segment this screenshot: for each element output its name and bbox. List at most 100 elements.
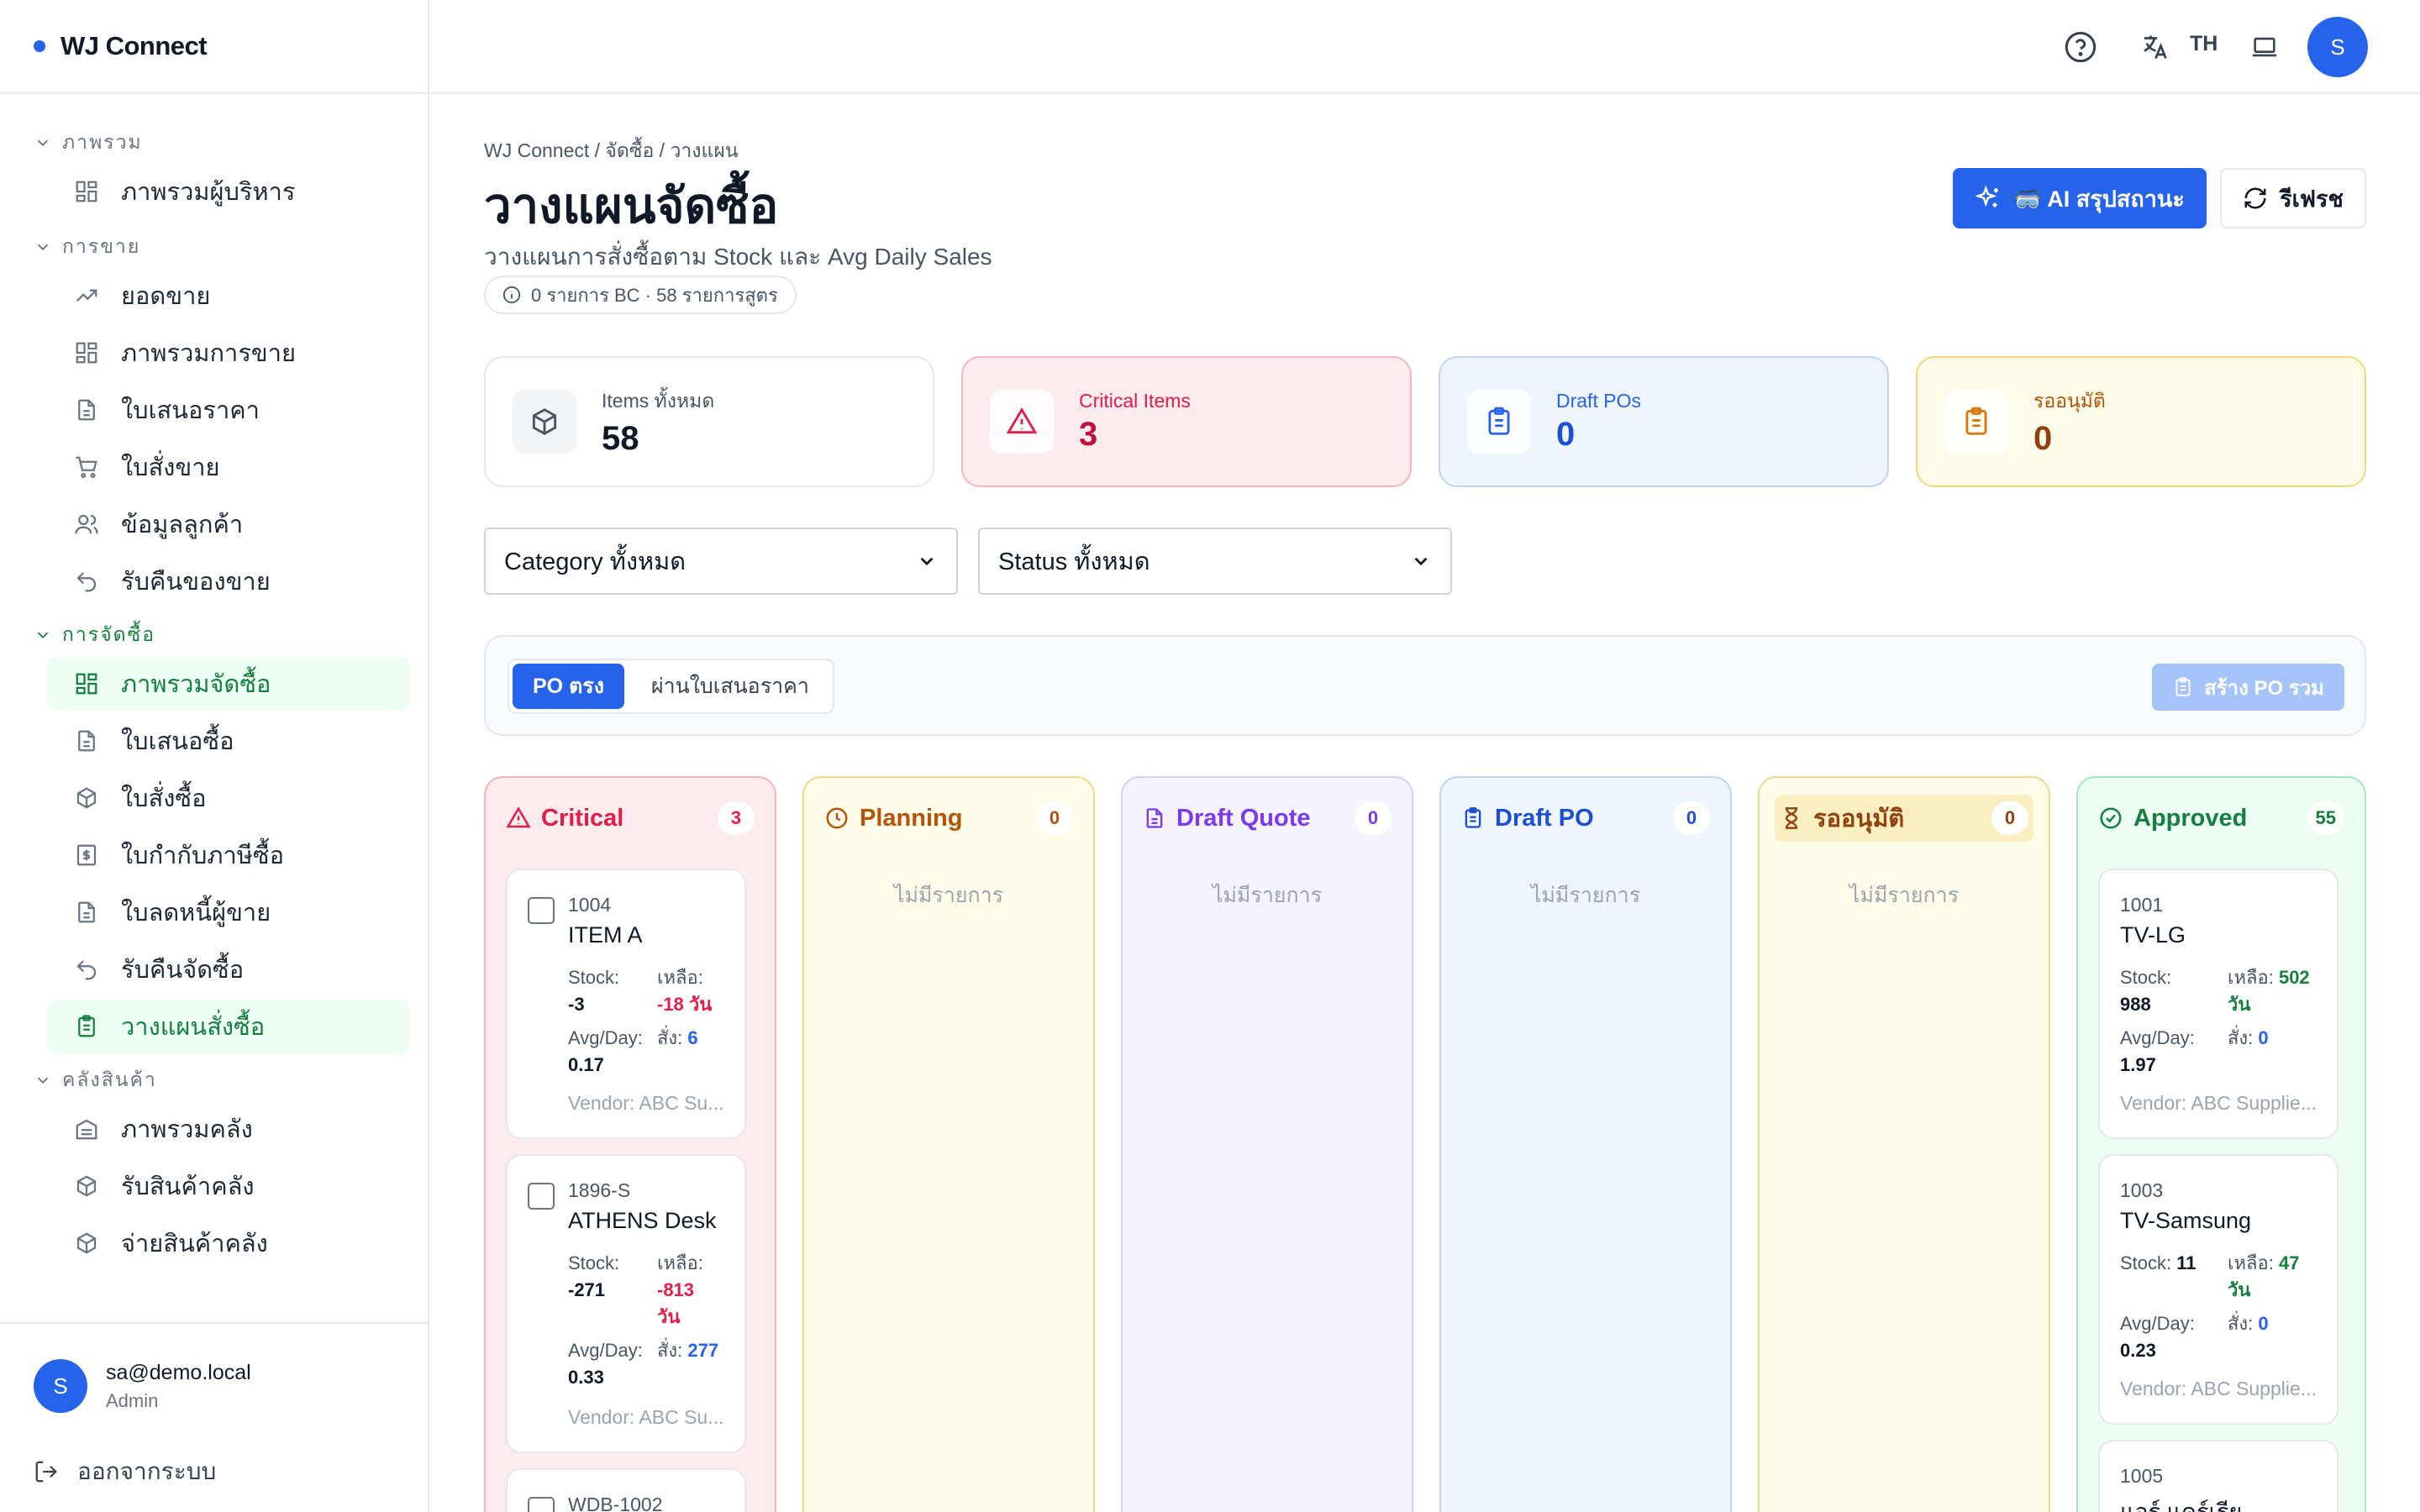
chevron-down-icon <box>37 139 49 147</box>
refresh-icon <box>2244 187 2266 209</box>
order-label: สั่ง: <box>657 1340 683 1361</box>
sidebar-item-purchase-planning[interactable]: วางแผนสั่งซื้อ <box>47 1000 410 1053</box>
sidebar-item-sales-order[interactable]: ใบสั่งขาย <box>47 440 410 494</box>
breadcrumb: WJ Connect / จัดซื้อ / วางแผน <box>484 139 739 161</box>
document-icon <box>78 730 95 752</box>
sidebar-item-label: ใบสั่งขาย <box>121 454 220 481</box>
help-icon[interactable] <box>2064 30 2097 64</box>
item-checkbox[interactable] <box>528 1183 555 1210</box>
avg-label: Avg/Day: <box>568 1340 643 1361</box>
stock-label: Stock: <box>2120 1252 2172 1273</box>
logout-button[interactable]: ออกจากระบบ <box>34 1453 216 1490</box>
sidebar-item-goods-issue[interactable]: จ่ายสินค้าคลัง <box>47 1216 410 1270</box>
sidebar-item-purchase-quote[interactable]: ใบเสนอซื้อ <box>47 714 410 768</box>
sidebar-item-label: ภาพรวมจัดซื้อ <box>121 671 271 698</box>
translate-icon[interactable] <box>2138 30 2171 64</box>
category-select[interactable]: Category ทั้งหมด <box>484 528 958 595</box>
nav-group-sales[interactable]: การขาย <box>34 228 406 265</box>
chevron-down-icon <box>37 244 49 251</box>
kanban-column-draft-po: Draft PO 0 ไม่มีรายการ <box>1439 776 1732 1512</box>
sidebar-item-purchase-tax-invoice[interactable]: ใบกำกับภาษีซื้อ <box>47 828 410 882</box>
tab-via-quotation[interactable]: ผ่านใบเสนอราคา <box>631 664 829 709</box>
nav-group-label: ภาพรวม <box>62 131 143 153</box>
stock-label: Stock: <box>2120 967 2172 988</box>
column-count: 3 <box>718 801 755 835</box>
kanban-column-draft-quote: Draft Quote 0 ไม่มีรายการ <box>1121 776 1413 1512</box>
item-checkbox[interactable] <box>528 1497 555 1512</box>
remaining-unit: วัน <box>657 1306 681 1327</box>
create-combined-po-label: สร้าง PO รวม <box>2204 676 2324 700</box>
brand[interactable]: WJ Connect <box>0 0 428 94</box>
ai-summary-label: 🥽 AI สรุปสถานะ <box>2013 186 2185 212</box>
refresh-button[interactable]: รีเฟรช <box>2220 168 2366 228</box>
stat-card-total-items: Items ทั้งหมด 58 <box>484 356 934 487</box>
clipboard-icon <box>1465 807 1481 828</box>
item-code: 1004 <box>568 894 612 916</box>
language-toggle[interactable]: TH <box>2190 32 2217 56</box>
avatar[interactable]: S <box>2307 17 2368 77</box>
item-card[interactable]: 1004 ITEM A Stock: -3 เหลือ: -18 วัน Avg… <box>506 869 746 1139</box>
create-combined-po-button[interactable]: สร้าง PO รวม <box>2152 664 2344 711</box>
laptop-icon[interactable] <box>2248 30 2281 64</box>
item-card[interactable]: 1003 TV-Samsung Stock: 11 เหลือ: 47 วัน … <box>2098 1154 2338 1425</box>
sidebar-item-label: รับคืนจัดซื้อ <box>121 957 245 984</box>
item-card[interactable]: 1001 TV-LG Stock: 988 เหลือ: 502 วัน Avg… <box>2098 869 2338 1139</box>
tab-direct-po[interactable]: PO ตรง <box>513 664 624 709</box>
item-checkbox[interactable] <box>528 897 555 924</box>
avg-value: 0.17 <box>568 1054 604 1075</box>
item-name: แอร์ แคร์เรีย <box>2120 1499 2243 1512</box>
po-mode-toggle: PO ตรง ผ่านใบเสนอราคา <box>508 659 834 714</box>
column-count: 0 <box>1991 801 2028 835</box>
item-card[interactable]: WDB-1002 <box>506 1468 746 1512</box>
item-card[interactable]: 1005 แอร์ แคร์เรีย <box>2098 1440 2338 1512</box>
nav-group-label: การขาย <box>62 235 141 257</box>
sidebar-item-executive-overview[interactable]: ภาพรวมผู้บริหาร <box>47 165 410 218</box>
invoice-icon <box>76 844 97 866</box>
topbar: TH S <box>429 0 2420 94</box>
remaining-value: -18 วัน <box>657 994 713 1015</box>
user-profile[interactable]: S sa@demo.local Admin <box>34 1359 251 1413</box>
sidebar-item-label: ใบเสนอราคา <box>121 397 260 424</box>
sidebar-item-customers[interactable]: ข้อมูลลูกค้า <box>47 497 410 551</box>
stat-label: รออนุมัติ <box>2033 389 2106 412</box>
order-value: 0 <box>2258 1027 2269 1048</box>
dashboard-icon <box>76 673 97 695</box>
kanban-column-approved: Approved 55 1001 TV-LG Stock: 988 เหลือ:… <box>2076 776 2366 1512</box>
sidebar-item-label: ภาพรวมคลัง <box>121 1116 253 1143</box>
item-card[interactable]: 1896-S ATHENS Desk Stock: -271 เหลือ: -8… <box>506 1154 746 1453</box>
empty-state: ไม่มีรายการ <box>893 884 1004 907</box>
stat-value: 0 <box>2033 419 2053 457</box>
stat-label: Draft POs <box>1556 390 1641 412</box>
avg-value: 0.23 <box>2120 1340 2156 1361</box>
sidebar-item-label: ใบเสนอซื้อ <box>121 728 234 755</box>
sidebar-item-goods-receipt[interactable]: รับสินค้าคลัง <box>47 1159 410 1213</box>
ai-summary-button[interactable]: 🥽 AI สรุปสถานะ <box>1953 168 2207 228</box>
remaining-value: 47 <box>2278 1252 2300 1273</box>
column-count: 0 <box>1355 801 1392 835</box>
stat-value: 0 <box>1556 416 1576 453</box>
sidebar-item-sales-overview[interactable]: ภาพรวมการขาย <box>47 326 410 380</box>
sidebar-item-quotation[interactable]: ใบเสนอราคา <box>47 383 410 437</box>
sidebar-item-sales-return[interactable]: รับคืนของขาย <box>47 554 410 608</box>
vendor-label: Vendor: ABC Su... <box>568 1092 724 1114</box>
clipboard-icon <box>2175 677 2191 696</box>
order-value: 6 <box>687 1027 698 1048</box>
chevron-down-icon <box>920 557 934 566</box>
column-title: Approved <box>2133 804 2248 832</box>
sidebar-item-warehouse-overview[interactable]: ภาพรวมคลัง <box>47 1102 410 1156</box>
status-select[interactable]: Status ทั้งหมด <box>978 528 1452 595</box>
sidebar: WJ Connect ภาพรวม ภาพรวมผู้บริหาร การขาย… <box>0 0 429 1512</box>
sidebar-item-sales[interactable]: ยอดขาย <box>47 269 410 323</box>
sidebar-item-purchase-order[interactable]: ใบสั่งซื้อ <box>47 771 410 825</box>
sidebar-item-vendor-credit-note[interactable]: ใบลดหนี้ผู้ขาย <box>47 885 410 939</box>
sidebar-item-purchasing-overview[interactable]: ภาพรวมจัดซื้อ <box>47 657 410 711</box>
info-chip-text: 0 รายการ BC · 58 รายการสูตร <box>531 284 778 306</box>
column-header: Approved 55 <box>2093 795 2349 842</box>
kanban-toolbar: PO ตรง ผ่านใบเสนอราคา สร้าง PO รวม <box>484 635 2366 736</box>
sidebar-item-purchase-return[interactable]: รับคืนจัดซื้อ <box>47 942 410 996</box>
stock-value: -3 <box>568 994 585 1015</box>
order-value: 277 <box>687 1340 719 1361</box>
nav-group-overview[interactable]: ภาพรวม <box>34 124 406 161</box>
nav-group-purchasing[interactable]: การจัดซื้อ <box>34 617 406 654</box>
nav-group-inventory[interactable]: คลังสินค้า <box>34 1062 406 1099</box>
